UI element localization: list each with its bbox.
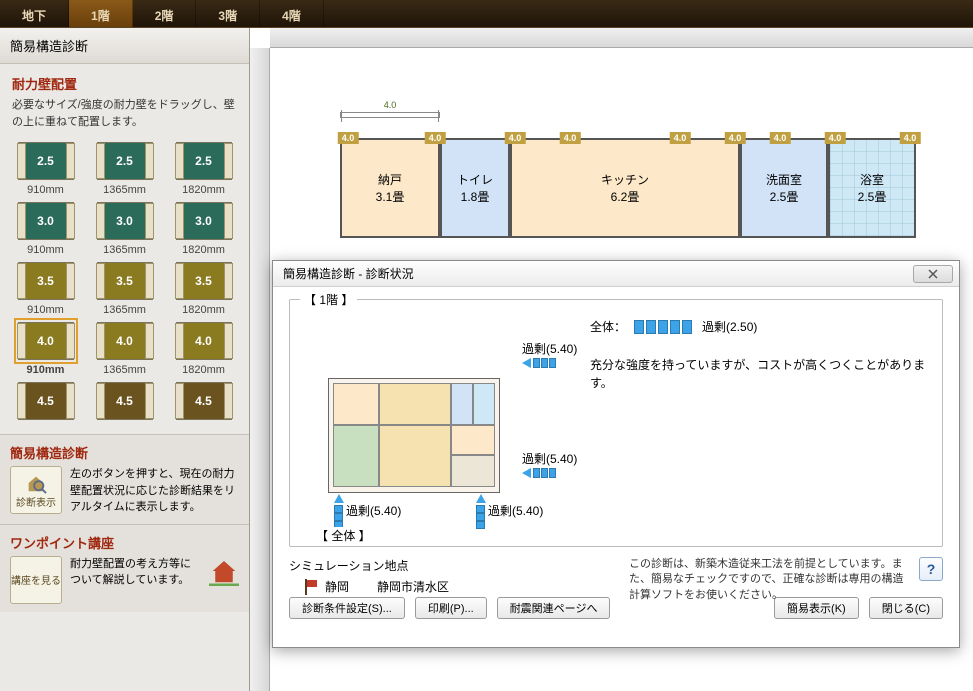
- wall-marker[interactable]: 4.0: [825, 132, 846, 144]
- side-right: 過剰(5.40): [522, 450, 577, 467]
- location-note: この診断は、新築木造従来工法を前提としています。また、簡易なチェックですので、正…: [629, 557, 909, 603]
- diagnosis-message: 充分な強度を持っていますが、コストが高くつくことがあります。: [590, 356, 928, 392]
- dimension-label: 4.0: [382, 100, 399, 110]
- sidebar: 簡易構造診断 耐力壁配置 必要なサイズ/強度の耐力壁をドラッグし、壁の上に重ねて…: [0, 28, 250, 691]
- tab-2f[interactable]: 2階: [133, 0, 197, 27]
- arrow-up-icon: [334, 494, 344, 503]
- diagnosis-button[interactable]: 診断表示: [10, 466, 62, 514]
- wall-marker[interactable]: 4.0: [770, 132, 791, 144]
- wall-palette: 2.5910mm2.51365mm2.51820mm 3.0910mm3.0136…: [12, 142, 237, 424]
- wall-marker[interactable]: 4.0: [505, 132, 526, 144]
- room-bath[interactable]: 浴室 2.5畳: [828, 138, 916, 238]
- wall-tile-3.0-1365mm[interactable]: 3.01365mm: [91, 202, 158, 256]
- wall-tile-4.5-row4[interactable]: 4.5: [91, 382, 158, 424]
- dimension-bar: [340, 112, 440, 118]
- wall-tile-3.0-1820mm[interactable]: 3.01820mm: [170, 202, 237, 256]
- tips-button[interactable]: 講座を見る: [10, 556, 62, 604]
- wall-tile-4.0-1820mm[interactable]: 4.01820mm: [170, 322, 237, 376]
- diagnosis-header: 簡易構造診断: [10, 443, 239, 462]
- wall-tile-2.5-1820mm[interactable]: 2.51820mm: [170, 142, 237, 196]
- wall-marker[interactable]: 4.0: [338, 132, 359, 144]
- diagnosis-help: 左のボタンを押すと、現在の耐力壁配置状況に応じた診断結果をリアルタイムに表示しま…: [70, 466, 239, 516]
- wall-tile-3.5-1820mm[interactable]: 3.51820mm: [170, 262, 237, 316]
- side-bottom-1: 過剰(5.40): [346, 502, 401, 519]
- tab-4f[interactable]: 4階: [260, 0, 324, 27]
- flag-icon: [303, 579, 317, 595]
- wall-marker[interactable]: 4.0: [425, 132, 446, 144]
- floor-tabs: 地下 1階 2階 3階 4階: [0, 0, 973, 28]
- wall-tile-2.5-910mm[interactable]: 2.5910mm: [12, 142, 79, 196]
- wall-marker[interactable]: 4.0: [725, 132, 746, 144]
- wall-tile-3.5-910mm[interactable]: 3.5910mm: [12, 262, 79, 316]
- wall-palette-header: 耐力壁配置: [12, 74, 237, 93]
- mini-floorplan: [328, 378, 500, 493]
- tab-1f[interactable]: 1階: [69, 0, 133, 27]
- overall-legend: 【 全体 】: [312, 527, 375, 544]
- room-wash[interactable]: 洗面室 2.5畳: [740, 138, 828, 238]
- wall-tile-4.0-910mm[interactable]: 4.0910mm: [12, 322, 79, 376]
- arrow-left-icon: [522, 358, 531, 368]
- magnifier-house-icon: [25, 472, 47, 494]
- wall-marker[interactable]: 4.0: [670, 132, 691, 144]
- side-top: 過剰(5.40): [522, 340, 577, 357]
- arrow-up-icon: [476, 494, 486, 503]
- wall-tile-4.5-row4[interactable]: 4.5: [12, 382, 79, 424]
- diagnosis-dialog: 簡易構造診断 - 診断状況 【 1階 】 全体： 過剰(2.50) 充分な強度を…: [272, 260, 960, 648]
- floor-legend: 【 1階 】: [300, 291, 357, 308]
- close-icon: [928, 269, 938, 279]
- ruler-horizontal: [270, 28, 973, 48]
- wall-tile-3.5-1365mm[interactable]: 3.51365mm: [91, 262, 158, 316]
- overall-gauge: [634, 320, 694, 334]
- tab-3f[interactable]: 3階: [196, 0, 260, 27]
- arrow-left-icon: [522, 468, 531, 478]
- dialog-titlebar[interactable]: 簡易構造診断 - 診断状況: [273, 261, 959, 287]
- tips-header: ワンポイント講座: [10, 533, 239, 552]
- wall-marker[interactable]: 4.0: [560, 132, 581, 144]
- location-header: シミュレーション地点: [289, 557, 619, 574]
- wall-tile-4.0-1365mm[interactable]: 4.01365mm: [91, 322, 158, 376]
- wall-marker[interactable]: 4.0: [900, 132, 921, 144]
- wall-tile-3.0-910mm[interactable]: 3.0910mm: [12, 202, 79, 256]
- floor-fieldset: 【 1階 】 全体： 過剰(2.50) 充分な強度を持っていますが、コストが高く…: [289, 299, 943, 547]
- location-city: 静岡市清水区: [377, 578, 449, 595]
- room-toilet[interactable]: トイレ 1.8畳: [440, 138, 510, 238]
- room-closet[interactable]: 納戸 3.1畳: [340, 138, 440, 238]
- tips-help: 耐力壁配置の考え方等について解説しています。: [70, 556, 201, 589]
- wall-tile-2.5-1365mm[interactable]: 2.51365mm: [91, 142, 158, 196]
- location-pref: 静岡: [325, 578, 349, 595]
- ruler-vertical: [250, 48, 270, 691]
- dialog-close-button[interactable]: [913, 265, 953, 283]
- overall-status: 過剰(2.50): [702, 318, 757, 335]
- sidebar-title: 簡易構造診断: [0, 28, 249, 64]
- house-icon: [209, 556, 239, 586]
- overall-row: 全体： 過剰(2.50): [590, 318, 928, 335]
- dialog-title: 簡易構造診断 - 診断状況: [283, 265, 414, 282]
- room-kitchen[interactable]: キッチン 6.2畳: [510, 138, 740, 238]
- side-bottom-2: 過剰(5.40): [488, 502, 543, 519]
- help-button[interactable]: ?: [919, 557, 943, 581]
- tab-basement[interactable]: 地下: [0, 0, 69, 27]
- wall-tile-4.5-row4[interactable]: 4.5: [170, 382, 237, 424]
- wall-palette-help: 必要なサイズ/強度の耐力壁をドラッグし、壁の上に重ねて配置します。: [12, 97, 237, 130]
